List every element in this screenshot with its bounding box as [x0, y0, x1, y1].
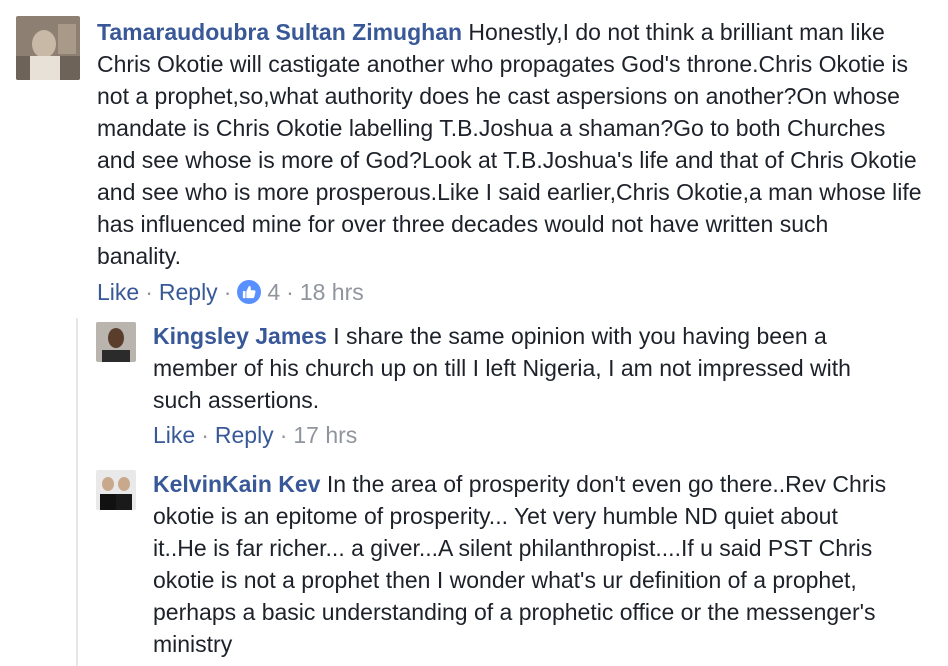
comment-text-line: has influenced mine for over three decad… — [97, 211, 829, 237]
avatar-photo — [16, 16, 80, 80]
comment-body: Tamaraudoubra Sultan Zimughan Honestly,I… — [97, 16, 948, 48]
comment-text-line: it..He is far richer... a giver...A sile… — [153, 535, 873, 561]
comment-text-line: In the area of prosperity don't even go … — [320, 471, 887, 497]
separator-dot: · — [201, 422, 209, 448]
comment-author[interactable]: Tamaraudoubra Sultan Zimughan — [97, 19, 462, 45]
reply-comment-2: KelvinKain Kev In the area of prosperity… — [0, 466, 948, 666]
comment-text-line: okotie is an epitome of prosperity... Ye… — [153, 503, 838, 529]
avatar-photo — [96, 322, 136, 362]
thumbs-up-icon[interactable] — [237, 280, 262, 304]
comment-body: KelvinKain Kev In the area of prosperity… — [153, 468, 948, 500]
avatar-photo — [96, 470, 136, 510]
comment-text-line: such assertions. — [153, 387, 320, 413]
comment-timestamp[interactable]: 17 hrs — [293, 420, 357, 450]
comment-text-line: mandate is Chris Okotie labelling T.B.Jo… — [97, 115, 886, 141]
comment-text-line: banality. — [97, 243, 181, 269]
comment-body: Kingsley James I share the same opinion … — [153, 320, 948, 352]
separator-dot: · — [223, 279, 232, 305]
comment-text-line: ministry — [153, 631, 233, 657]
like-button[interactable]: Like — [97, 277, 139, 307]
comment-text-line: and see who is more prosperous.Like I sa… — [97, 179, 922, 205]
reaction-count[interactable]: 4 — [267, 277, 280, 307]
like-button[interactable]: Like — [153, 420, 195, 450]
comment-author[interactable]: Kingsley James — [153, 323, 327, 349]
reply-button[interactable]: Reply — [159, 277, 218, 307]
comment-text-line: and see whose is more of God?Look at T.B… — [97, 147, 917, 173]
comment-text-line: okotie is not a prophet then I wonder wh… — [153, 567, 857, 593]
comment-text-line: perhaps a basic understanding of a proph… — [153, 599, 876, 625]
separator-dot: · — [286, 279, 294, 305]
comment-text-line: Chris Okotie will castigate another who … — [97, 51, 909, 77]
comment-text-line: member of his church up on till I left N… — [153, 355, 851, 381]
comment-1: Tamaraudoubra Sultan Zimughan Honestly,I… — [0, 0, 948, 310]
separator-dot: · — [145, 279, 153, 305]
avatar[interactable] — [16, 16, 80, 80]
reply-button[interactable]: Reply — [215, 420, 274, 450]
comment-actions: Like · Reply · 4 · 18 hrs — [97, 277, 364, 307]
reply-comment-1: Kingsley James I share the same opinion … — [0, 318, 948, 458]
comment-timestamp[interactable]: 18 hrs — [300, 277, 364, 307]
comment-text-line: I share the same opinion with you having… — [326, 323, 827, 349]
avatar[interactable] — [96, 470, 136, 510]
comment-text-line: Honestly,I do not think a brilliant man … — [462, 19, 885, 45]
comment-author[interactable]: KelvinKain Kev — [153, 471, 320, 497]
comment-actions: Like · Reply · 17 hrs — [153, 420, 357, 450]
comment-text-line: not a prophet,so,what authority does he … — [97, 83, 900, 109]
avatar[interactable] — [96, 322, 136, 362]
separator-dot: · — [279, 422, 288, 448]
